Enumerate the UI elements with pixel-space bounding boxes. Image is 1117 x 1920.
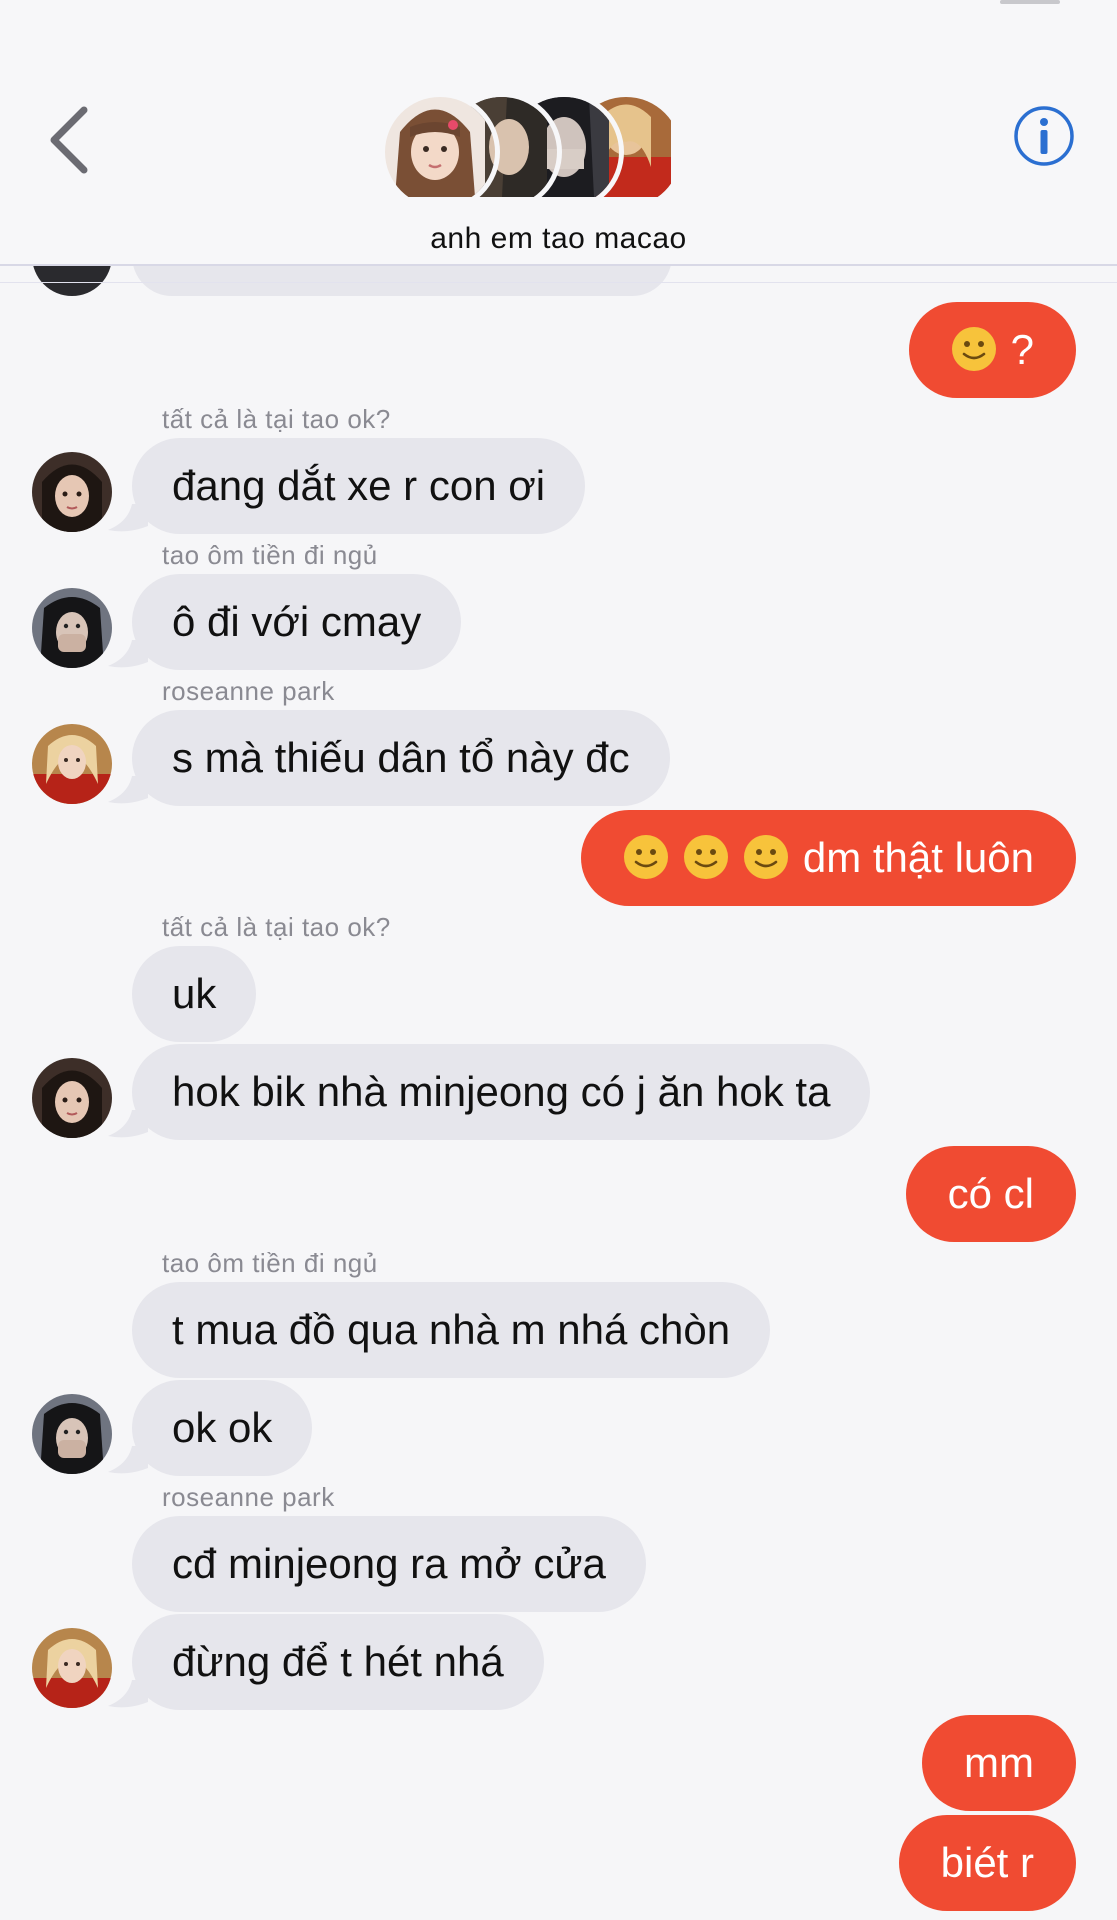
avatar[interactable] bbox=[32, 588, 112, 668]
message-text: t mua đồ qua nhà m nhá chòn bbox=[172, 1306, 731, 1353]
message-text: uk bbox=[172, 970, 217, 1017]
message-text: mm bbox=[964, 1739, 1034, 1786]
message-bubble-outgoing[interactable]: biét r bbox=[898, 1815, 1076, 1911]
sender-name: tất cả là tại tao ok? bbox=[162, 404, 391, 434]
sender-name: roseanne park bbox=[162, 1482, 335, 1512]
bubble-tail bbox=[108, 776, 148, 804]
message-bubble-incoming[interactable]: s mà thiếu dân tổ này đc bbox=[132, 710, 670, 806]
message-text: ô đi với cmay bbox=[172, 598, 422, 645]
back-button[interactable] bbox=[40, 100, 100, 180]
message-text: hok bik nhà minjeong có j ăn hok ta bbox=[172, 1068, 831, 1115]
sender-name: roseanne park bbox=[162, 676, 335, 706]
avatar[interactable] bbox=[32, 1058, 112, 1138]
avatar[interactable] bbox=[32, 1628, 112, 1708]
message-bubble-incoming[interactable]: ô đi với cmay bbox=[132, 574, 462, 670]
message-bubble-incoming[interactable]: đang dắt xe r con ơi bbox=[132, 438, 586, 534]
message-bubble-incoming[interactable]: cđ minjeong ra mở cửa bbox=[132, 1516, 646, 1612]
slight-smile-emoji-icon bbox=[951, 327, 996, 371]
message-bubble-incoming[interactable]: hok bik nhà minjeong có j ăn hok ta bbox=[132, 1044, 871, 1140]
member-avatar-1 bbox=[380, 92, 500, 212]
bubble-tail bbox=[108, 1110, 148, 1138]
message-bubble-incoming[interactable]: đừng để t hét nhá bbox=[132, 1614, 544, 1710]
status-bar-indicator bbox=[1000, 0, 1060, 4]
message-bubble-outgoing[interactable]: dm thật luôn bbox=[580, 810, 1076, 906]
chat-header: anh em tao macao bbox=[0, 0, 1117, 264]
message-bubble-outgoing[interactable]: có cl bbox=[905, 1146, 1076, 1242]
bubble-tail bbox=[108, 1680, 148, 1708]
message-text: đừng để t hét nhá bbox=[172, 1638, 504, 1685]
message-text: ? bbox=[1010, 326, 1034, 373]
message-bubble-incoming[interactable]: ok ok bbox=[132, 1380, 313, 1476]
avatar[interactable] bbox=[32, 724, 112, 804]
avatar[interactable] bbox=[32, 452, 112, 532]
message-text: ok ok bbox=[172, 1404, 273, 1451]
bubble-tail bbox=[108, 640, 148, 668]
message-text: dm thật luôn bbox=[802, 834, 1034, 881]
message-bubble-outgoing[interactable]: ? bbox=[908, 302, 1076, 398]
sender-name: tao ôm tiền đi ngủ bbox=[162, 1248, 378, 1278]
avatar[interactable] bbox=[32, 1394, 112, 1474]
slight-smile-emoji-icon bbox=[683, 835, 728, 879]
slight-smile-emoji-icon bbox=[743, 835, 788, 879]
message-bubble-outgoing[interactable]: mm bbox=[922, 1715, 1076, 1811]
bubble-tail bbox=[108, 504, 148, 532]
group-name[interactable]: anh em tao macao bbox=[0, 222, 1117, 256]
message-text: s mà thiếu dân tổ này đc bbox=[172, 734, 630, 781]
sender-name: tao ôm tiền đi ngủ bbox=[162, 540, 378, 570]
chevron-left-icon bbox=[50, 106, 88, 174]
header-divider-secondary bbox=[0, 282, 1117, 283]
message-bubble-incoming[interactable]: t mua đồ qua nhà m nhá chòn bbox=[132, 1282, 771, 1378]
sender-name: tất cả là tại tao ok? bbox=[162, 912, 391, 942]
info-button[interactable] bbox=[1012, 104, 1076, 168]
chat-screen: anh em tao macao ? tất cả là tại tao ok?… bbox=[0, 0, 1117, 1920]
message-text: đang dắt xe r con ơi bbox=[172, 462, 546, 509]
message-text: biét r bbox=[940, 1839, 1034, 1886]
header-divider bbox=[0, 264, 1117, 266]
slight-smile-emoji-icon bbox=[623, 835, 668, 879]
bubble-tail bbox=[108, 1446, 148, 1474]
message-bubble-incoming[interactable]: uk bbox=[132, 946, 257, 1042]
message-text: có cl bbox=[947, 1170, 1034, 1217]
group-avatar-stack[interactable] bbox=[380, 92, 686, 212]
message-text: cđ minjeong ra mở cửa bbox=[172, 1540, 606, 1587]
info-circle-icon bbox=[1014, 106, 1074, 166]
